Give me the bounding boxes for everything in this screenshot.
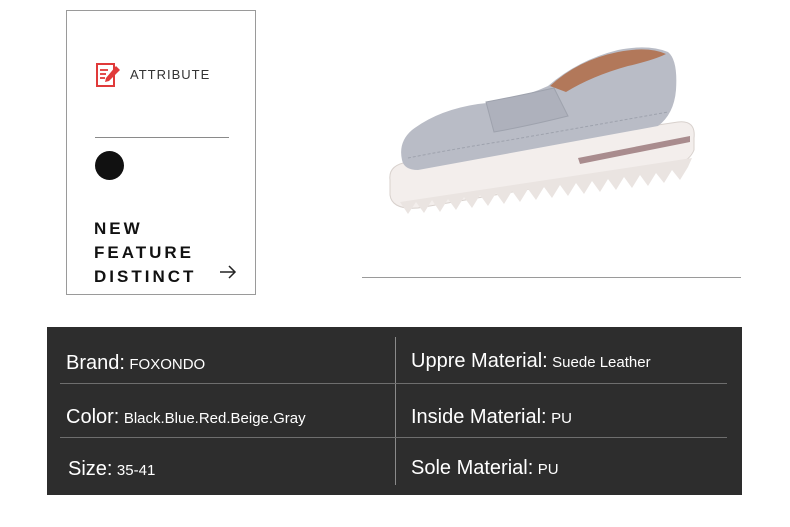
feature-line-distinct: DISTINCT: [94, 267, 197, 286]
spec-size: Size: 35-41: [68, 458, 155, 481]
spec-value: PU: [551, 410, 572, 427]
card-divider: [95, 137, 229, 138]
spec-brand: Brand: FOXONDO: [66, 352, 205, 375]
column-divider: [395, 337, 396, 485]
attribute-label: ATTRIBUTE: [130, 67, 211, 82]
spec-upper-material: Uppre Material: Suede Leather: [411, 350, 651, 373]
attribute-card: ATTRIBUTE NEW FEATURE DISTINCT: [66, 10, 256, 295]
spec-key: Sole Material:: [411, 457, 534, 479]
row-divider-1: [60, 383, 727, 384]
feature-heading: NEW FEATURE DISTINCT: [94, 217, 196, 289]
product-image: [389, 47, 695, 214]
feature-line-feature: FEATURE: [94, 243, 195, 262]
spec-key: Inside Material:: [411, 406, 547, 428]
image-divider: [362, 277, 741, 278]
spec-value: FOXONDO: [129, 356, 206, 373]
spec-key: Size:: [68, 458, 113, 480]
spec-key: Brand:: [66, 352, 125, 374]
spec-table: Brand: FOXONDO Uppre Material: Suede Lea…: [47, 327, 742, 495]
spec-sole-material: Sole Material: PU: [411, 457, 559, 480]
dot-icon: [95, 151, 124, 180]
spec-value: Suede Leather: [552, 354, 651, 371]
spec-key: Color:: [66, 406, 120, 428]
arrow-right-icon: [220, 265, 237, 279]
spec-inside-material: Inside Material: PU: [411, 406, 572, 429]
document-edit-icon: [96, 63, 120, 87]
spec-color: Color: Black.Blue.Red.Beige.Gray: [66, 406, 306, 429]
spec-value: Black.Blue.Red.Beige.Gray: [123, 410, 306, 427]
spec-value: PU: [537, 461, 559, 478]
spec-value: 35-41: [116, 462, 156, 479]
spec-key: Uppre Material:: [411, 350, 548, 372]
feature-line-new: NEW: [94, 219, 143, 238]
row-divider-2: [60, 437, 727, 438]
